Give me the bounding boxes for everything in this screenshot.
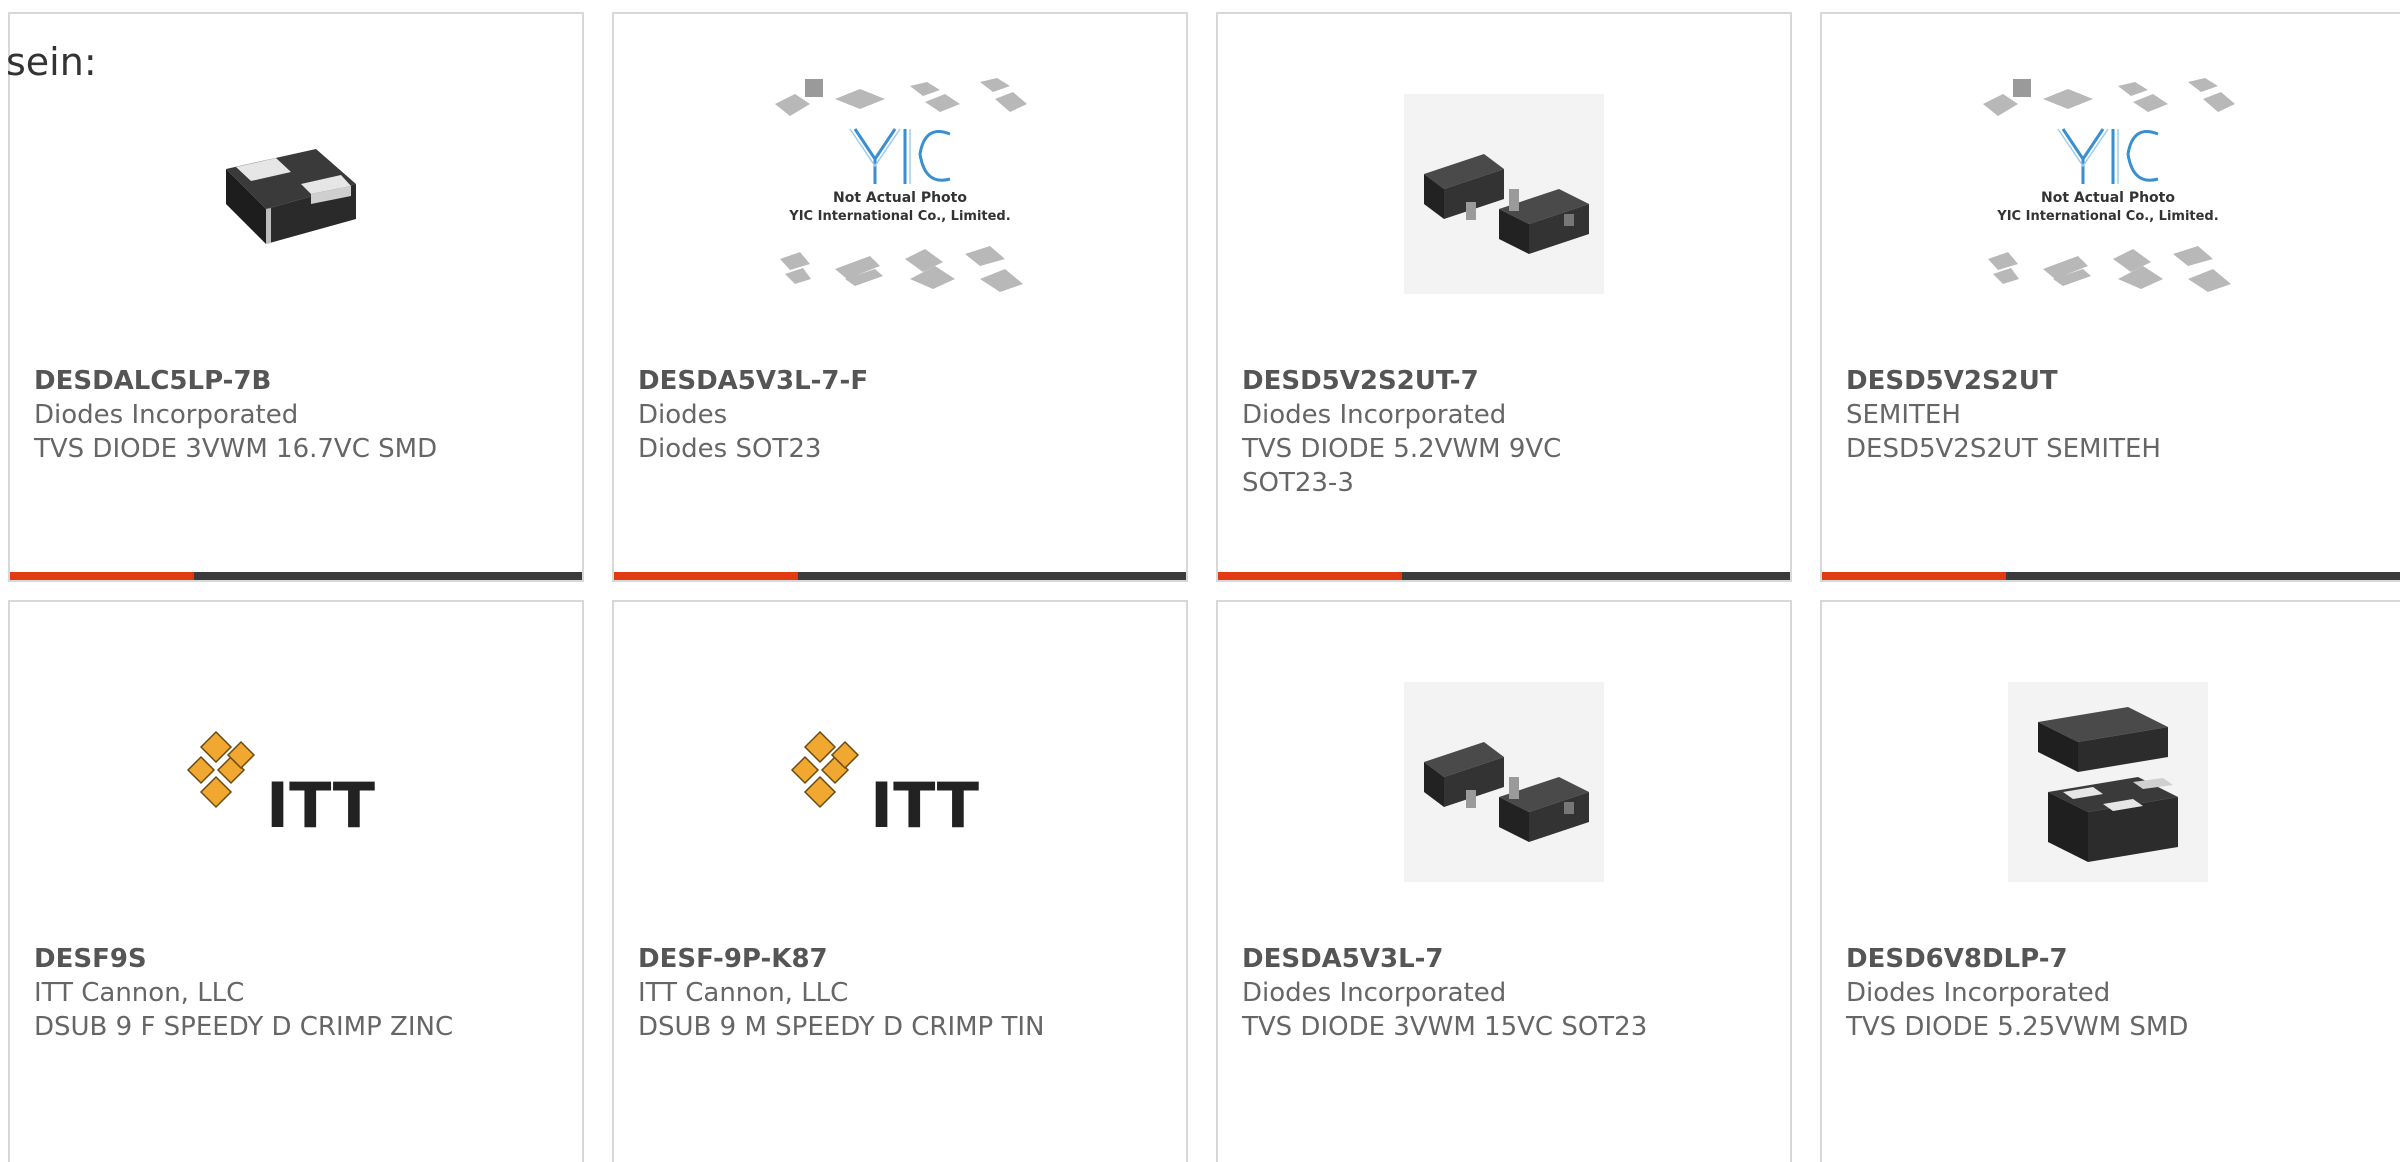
part-number[interactable]: DESDA5V3L-7-F (638, 364, 1058, 398)
placeholder-line1: Not Actual Photo (2041, 190, 2175, 206)
product-card[interactable]: ITT DESF9S ITT Cannon, LLC DSUB 9 F SPEE… (8, 600, 584, 1162)
part-number[interactable]: DESD6V8DLP-7 (1846, 942, 2266, 976)
card-bottom-bar (1822, 572, 2400, 580)
description: TVS DIODE 3VWM 16.7VC SMD (34, 434, 438, 464)
sot23-icon[interactable] (1218, 662, 1790, 902)
sot23-icon[interactable] (1218, 74, 1790, 314)
part-number[interactable]: DESF9S (34, 942, 454, 976)
itt-logo-text: ITT (870, 769, 979, 842)
part-number[interactable]: DESD5V2S2UT (1846, 364, 2266, 398)
part-number[interactable]: DESDA5V3L-7 (1242, 942, 1662, 976)
part-number[interactable]: DESDALC5LP-7B (34, 364, 454, 398)
description: TVS DIODE 5.25VWM SMD (1846, 1012, 2189, 1042)
description: Diodes SOT23 (638, 434, 822, 464)
manufacturer: Diodes Incorporated (1242, 978, 1507, 1008)
product-card[interactable]: DESDALC5LP-7B Diodes Incorporated TVS DI… (8, 12, 584, 582)
itt-logo[interactable]: ITT (614, 662, 1186, 902)
placeholder-line1: Not Actual Photo (833, 190, 967, 206)
manufacturer: ITT Cannon, LLC (638, 978, 849, 1008)
product-card[interactable]: DESD6V8DLP-7 Diodes Incorporated TVS DIO… (1820, 600, 2400, 1162)
yic-placeholder-image[interactable]: Not Actual Photo YIC International Co., … (1822, 74, 2394, 314)
product-card[interactable]: DESDA5V3L-7 Diodes Incorporated TVS DIOD… (1216, 600, 1792, 1162)
card-bottom-bar (614, 572, 1186, 580)
itt-logo[interactable]: ITT (10, 662, 582, 902)
manufacturer: Diodes Incorporated (34, 400, 299, 430)
product-grid-page: sein: DESDALC5LP-7B Diodes Incorporated … (0, 0, 2400, 1162)
part-number[interactable]: DESF-9P-K87 (638, 942, 1058, 976)
description: TVS DIODE 3VWM 15VC SOT23 (1242, 1012, 1648, 1042)
manufacturer: Diodes (638, 400, 728, 430)
placeholder-line2: YIC International Co., Limited. (1996, 209, 2218, 224)
part-number[interactable]: DESD5V2S2UT-7 (1242, 364, 1662, 398)
manufacturer: Diodes Incorporated (1846, 978, 2111, 1008)
manufacturer: Diodes Incorporated (1242, 400, 1507, 430)
yic-placeholder-image[interactable]: Not Actual Photo YIC International Co., … (614, 74, 1186, 314)
card-bottom-bar (10, 572, 582, 580)
product-card[interactable]: Not Actual Photo YIC International Co., … (612, 12, 1188, 582)
chip-2pin-icon[interactable] (10, 74, 582, 314)
description: DESD5V2S2UT SEMITEH (1846, 434, 2161, 464)
product-card[interactable]: DESD5V2S2UT-7 Diodes Incorporated TVS DI… (1216, 12, 1792, 582)
intro-text: sein: (6, 40, 97, 84)
card-bottom-bar (1218, 572, 1790, 580)
description: DSUB 9 M SPEEDY D CRIMP TIN (638, 1012, 1045, 1042)
placeholder-line2: YIC International Co., Limited. (788, 209, 1010, 224)
manufacturer: SEMITEH (1846, 400, 1961, 430)
product-card[interactable]: Not Actual Photo YIC International Co., … (1820, 12, 2400, 582)
description: TVS DIODE 5.2VWM 9VC SOT23-3 (1242, 434, 1562, 498)
dfn-chip-icon[interactable] (1822, 662, 2394, 902)
manufacturer: ITT Cannon, LLC (34, 978, 245, 1008)
itt-logo-text: ITT (266, 769, 375, 842)
product-card[interactable]: ITT DESF-9P-K87 ITT Cannon, LLC DSUB 9 M… (612, 600, 1188, 1162)
description: DSUB 9 F SPEEDY D CRIMP ZINC (34, 1012, 454, 1042)
